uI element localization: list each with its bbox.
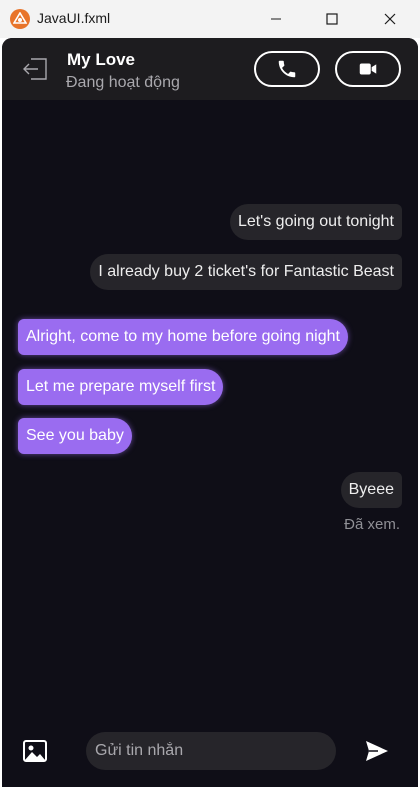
message-bubble-sent: I already buy 2 ticket's for Fantastic B… — [90, 254, 402, 290]
contact-name: My Love — [67, 50, 136, 69]
close-button[interactable] — [362, 0, 418, 38]
chat-header: My Love Đang hoạt động — [2, 38, 418, 100]
message-bubble-sent: Byeee — [340, 472, 402, 508]
message-bubble-received: Let me prepare myself first — [18, 369, 224, 405]
message-bubble-received: Alright, come to my home before going ni… — [18, 319, 348, 355]
window-title-bar: JavaUI.fxml — [0, 0, 420, 38]
send-icon[interactable] — [364, 738, 390, 764]
message-list: Let's going out tonight I already buy 2 … — [2, 100, 418, 720]
video-call-button[interactable] — [335, 51, 401, 87]
window-title: JavaUI.fxml — [37, 10, 111, 26]
maximize-button[interactable] — [304, 0, 360, 38]
maximize-icon — [326, 13, 338, 25]
composer-bar — [2, 720, 418, 787]
contact-status: Đang hoạt động — [66, 74, 180, 91]
voice-call-button[interactable] — [254, 51, 320, 87]
message-bubble-sent: Let's going out tonight — [229, 204, 402, 240]
message-input[interactable] — [86, 732, 336, 770]
message-bubble-received: See you baby — [18, 418, 132, 454]
minimize-icon — [271, 18, 281, 20]
app-logo-icon — [10, 9, 30, 29]
image-icon[interactable] — [22, 738, 48, 764]
minimize-button[interactable] — [248, 0, 304, 38]
chat-window: My Love Đang hoạt động Let's going out t… — [2, 38, 418, 787]
video-camera-icon — [359, 63, 377, 75]
phone-icon — [278, 60, 296, 78]
seen-status: Đã xem. — [344, 516, 400, 533]
back-icon[interactable] — [20, 54, 50, 84]
close-icon — [384, 13, 396, 25]
